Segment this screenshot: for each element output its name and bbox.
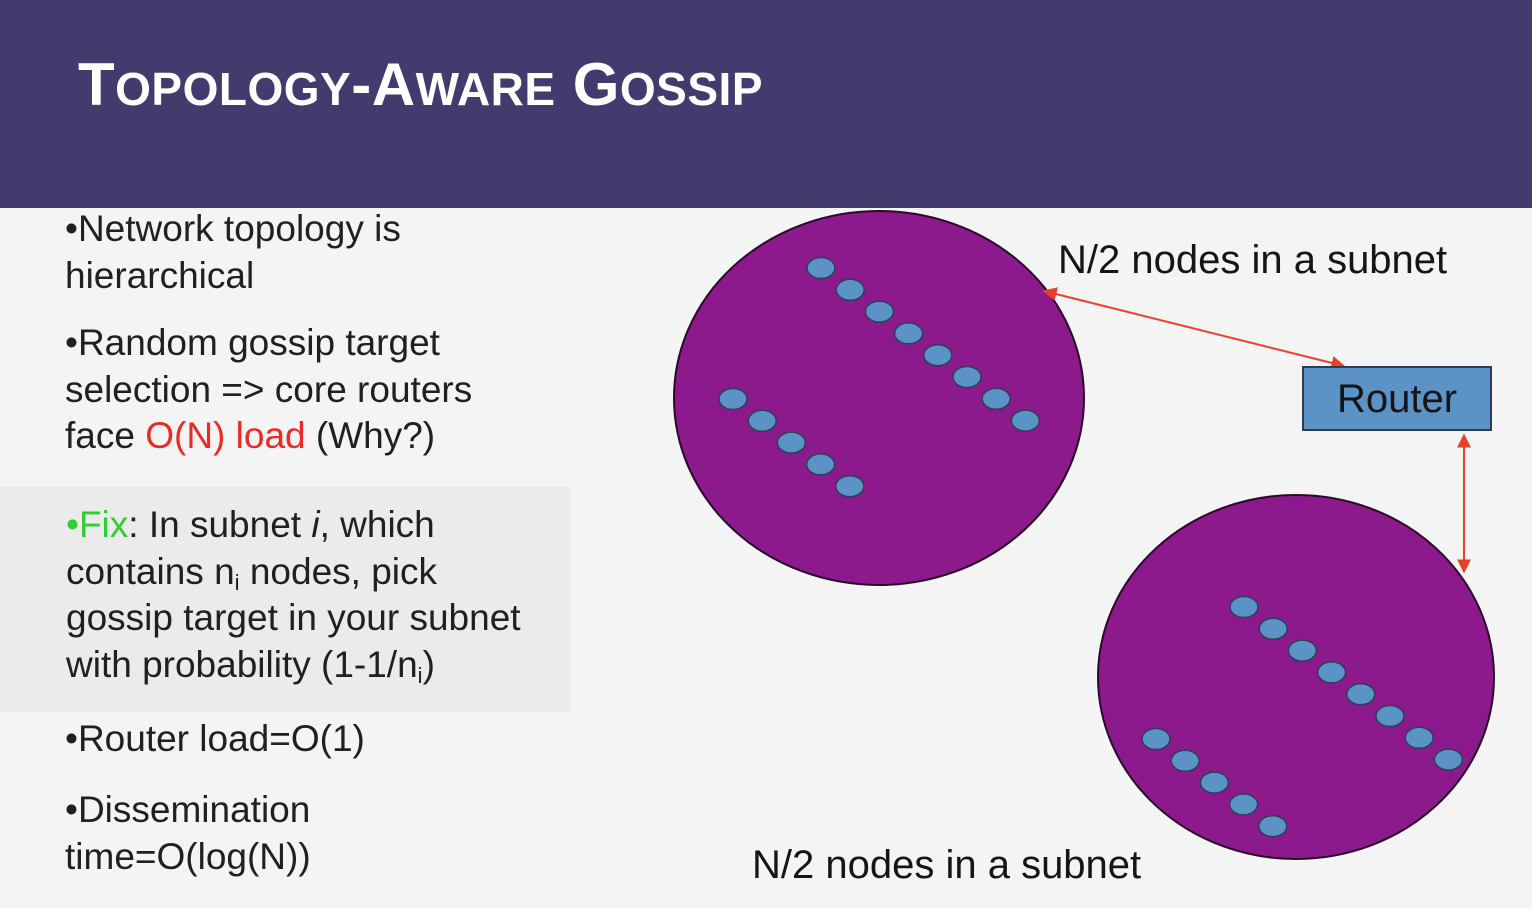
node-dot [835, 278, 865, 302]
node-dot [1316, 661, 1347, 684]
node-dot [981, 387, 1011, 411]
bottom-subnet-label: N/2 nodes in a subnet [752, 843, 1142, 887]
node-dot [1258, 617, 1288, 641]
node-dot [893, 322, 924, 345]
node-dot [1228, 793, 1259, 816]
node-dot [1199, 771, 1230, 794]
node-dot [835, 474, 865, 498]
node-dot [1229, 595, 1259, 619]
node-dot [806, 256, 836, 280]
subnet-bottom [1097, 494, 1495, 860]
node-dot [1258, 814, 1288, 838]
node-dot [1404, 726, 1434, 750]
node-dot [747, 409, 777, 433]
top-subnet-label: N/2 nodes in a subnet [1058, 238, 1448, 282]
node-dot [1346, 682, 1376, 706]
node-dot [1433, 748, 1464, 771]
node-dot [952, 365, 982, 389]
router-box: Router [1302, 366, 1492, 431]
node-dot [1375, 704, 1405, 728]
node-dot [1287, 639, 1318, 662]
node-dot [1141, 727, 1171, 751]
node-dot [864, 300, 895, 323]
node-dot [718, 387, 748, 411]
arrow-subnet-to-router [1042, 287, 1346, 370]
node-dot [1170, 749, 1200, 773]
node-dot [923, 343, 953, 367]
node-dot [1010, 409, 1041, 432]
node-dot [805, 453, 836, 476]
topology-diagram [673, 210, 1495, 860]
node-dot [776, 431, 807, 454]
